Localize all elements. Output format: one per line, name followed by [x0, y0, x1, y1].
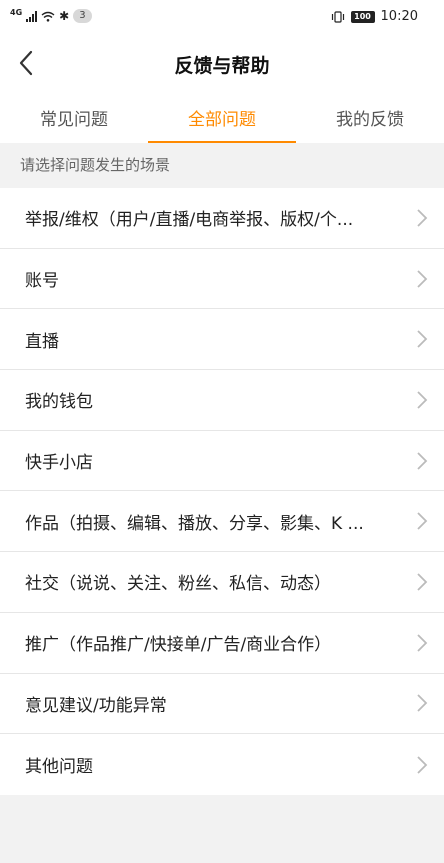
list-item-label: 其他问题 [25, 757, 93, 778]
tab-all-questions[interactable]: 全部问题 [148, 92, 296, 143]
list-item-label: 社交（说说、关注、粉丝、私信、动态） [25, 574, 331, 595]
battery-icon: 100 [350, 10, 375, 23]
list-item-label: 账号 [25, 271, 59, 292]
list-item-wallet[interactable]: 我的钱包 [0, 370, 444, 431]
chevron-right-icon [417, 269, 428, 288]
chevron-right-icon [417, 634, 428, 652]
status-bar: 4G ✱ 3 100 10:20 [0, 0, 444, 36]
status-left: 4G ✱ 3 [10, 7, 92, 23]
chevron-right-icon [417, 512, 428, 530]
category-list: 举报/维权（用户/直播/电商举报、版权/个... 账号 直播 我的钱包 快手小店… [0, 188, 444, 795]
network-type: 4G [10, 7, 23, 17]
page-title: 反馈与帮助 [174, 55, 270, 77]
navigation-bar: 反馈与帮助 [0, 36, 444, 92]
list-item-account[interactable]: 账号 [0, 249, 444, 310]
chevron-right-icon [417, 209, 428, 227]
chevron-right-icon [417, 391, 428, 409]
list-item-label: 推广（作品推广/快接单/广告/商业合作） [25, 635, 332, 656]
tab-common-questions[interactable]: 常见问题 [0, 92, 148, 143]
notification-badge: 3 [73, 9, 92, 23]
list-item-label: 直播 [25, 331, 59, 352]
tab-my-feedback[interactable]: 我的反馈 [296, 92, 444, 143]
list-item-social[interactable]: 社交（说说、关注、粉丝、私信、动态） [0, 552, 444, 613]
list-item-live[interactable]: 直播 [0, 309, 444, 371]
list-item-report[interactable]: 举报/维权（用户/直播/电商举报、版权/个... [0, 188, 444, 249]
bluetooth-icon: ✱ [59, 9, 70, 23]
vibrate-icon [331, 10, 344, 23]
list-item-label: 快手小店 [25, 453, 93, 474]
tab-bar: 常见问题 全部问题 我的反馈 [0, 92, 444, 143]
section-hint: 请选择问题发生的场景 [0, 143, 444, 188]
list-item-works[interactable]: 作品（拍摄、编辑、播放、分享、影集、K ... [0, 491, 444, 553]
clock: 10:20 [380, 9, 418, 24]
list-item-promotion[interactable]: 推广（作品推广/快接单/广告/商业合作） [0, 613, 444, 674]
wifi-icon [41, 11, 55, 22]
list-item-label: 作品（拍摄、编辑、播放、分享、影集、K ... [25, 513, 364, 534]
chevron-right-icon [417, 755, 428, 774]
list-item-other[interactable]: 其他问题 [0, 734, 444, 795]
status-right: 100 10:20 [331, 9, 418, 24]
signal-icon [26, 10, 38, 22]
chevron-right-icon [417, 573, 428, 591]
list-item-label: 意见建议/功能异常 [25, 695, 167, 716]
chevron-right-icon [417, 451, 428, 470]
chevron-right-icon [417, 694, 428, 712]
list-item-shop[interactable]: 快手小店 [0, 431, 444, 492]
list-item-label: 我的钱包 [25, 392, 93, 413]
list-item-suggestions[interactable]: 意见建议/功能异常 [0, 674, 444, 735]
list-item-label: 举报/维权（用户/直播/电商举报、版权/个... [25, 210, 354, 231]
chevron-right-icon [417, 330, 428, 348]
